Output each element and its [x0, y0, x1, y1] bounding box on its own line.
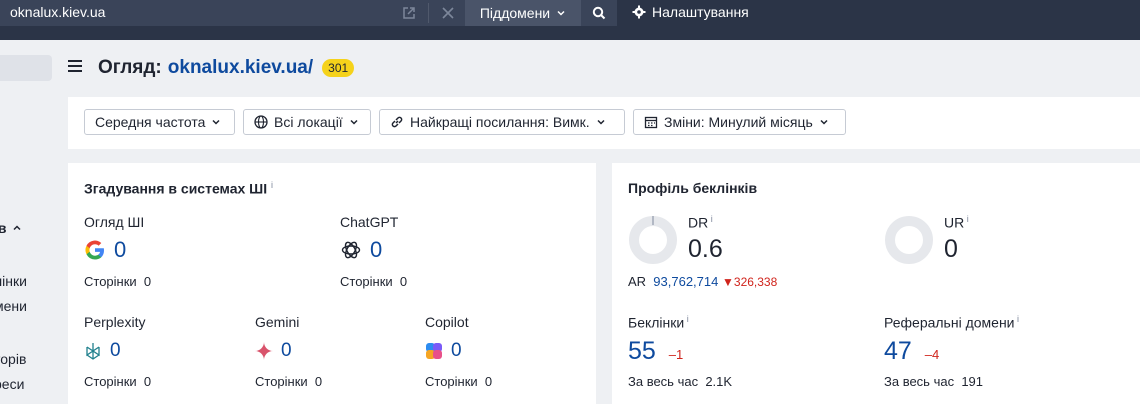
google-icon	[85, 240, 104, 260]
best-links-filter[interactable]: Найкращі посилання: Вимк.	[379, 109, 625, 135]
ai-mentions-card: Згадування в системах ШІ i Огляд ШІ 0 Ст…	[68, 163, 596, 404]
refdomains-label: Реферальні домени i	[884, 314, 1019, 331]
info-icon[interactable]: i	[271, 180, 273, 190]
backlinks-value[interactable]: 55 –1	[628, 337, 683, 366]
openai-icon	[341, 241, 361, 259]
chevron-up-icon	[13, 225, 21, 231]
refdomains-all-time: За весь час 191	[884, 374, 984, 389]
status-badge: 301	[322, 59, 355, 77]
copilot-value[interactable]: 0	[425, 340, 462, 362]
settings-label: Налаштування	[652, 4, 749, 20]
link-icon	[391, 116, 403, 128]
perplexity-value[interactable]: 0	[84, 340, 121, 362]
card-title: Згадування в системах ШІ i	[84, 180, 274, 197]
backlinks-delta: –1	[668, 347, 684, 362]
volume-filter[interactable]: Середня частота	[84, 109, 235, 135]
gemini-label: Gemini	[255, 314, 300, 330]
chevron-down-icon	[820, 119, 828, 125]
ar-delta: ▼326,338	[722, 275, 778, 289]
perplexity-label: Perplexity	[84, 314, 146, 330]
ai-overview-pages: Сторінки 0	[84, 274, 152, 289]
sidebar-section-toggle[interactable]: ів	[0, 220, 22, 236]
top-bar: oknalux.kiev.ua Піддомени Налаштування	[0, 0, 1140, 40]
info-icon[interactable]: i	[708, 214, 713, 224]
clear-icon[interactable]	[438, 3, 458, 23]
dr-label: DR i	[688, 214, 713, 231]
settings-button[interactable]: Налаштування	[632, 4, 749, 20]
ur-value: 0	[944, 235, 958, 263]
gemini-icon	[255, 342, 273, 360]
chatgpt-label: ChatGPT	[340, 214, 399, 230]
chevron-down-icon	[350, 119, 358, 125]
gemini-value[interactable]: 0	[255, 340, 292, 362]
dr-value: 0.6	[688, 235, 723, 263]
chatgpt-value[interactable]: 0	[340, 237, 382, 263]
perplexity-icon	[86, 343, 100, 360]
copilot-label: Copilot	[425, 314, 469, 330]
domain-link[interactable]: oknalux.kiev.ua/	[168, 57, 313, 79]
copilot-pages: Сторінки 0	[425, 374, 493, 389]
backlinks-all-time: За весь час 2.1K	[628, 374, 733, 389]
globe-icon	[254, 115, 268, 129]
ur-donut-chart	[885, 216, 933, 264]
chevron-down-icon	[212, 119, 220, 125]
chevron-down-icon	[597, 119, 605, 125]
info-icon[interactable]: i	[684, 314, 689, 324]
gear-icon	[632, 5, 646, 19]
ar-value[interactable]: 93,762,714	[653, 274, 718, 289]
calendar-icon	[644, 116, 658, 129]
page-title: Огляд: oknalux.kiev.ua/ 301	[98, 57, 355, 79]
chevron-down-icon	[557, 10, 565, 16]
copilot-icon	[426, 343, 442, 359]
ar-row: AR 93,762,714 ▼326,338	[628, 274, 778, 289]
gemini-pages: Сторінки 0	[255, 374, 323, 389]
backlinks-label: Беклінки i	[628, 314, 689, 331]
search-button[interactable]	[581, 0, 617, 26]
url-input[interactable]: oknalux.kiev.ua	[10, 4, 105, 20]
sidebar-item-competitors[interactable]: торів	[0, 351, 26, 367]
url-input-wrapper[interactable]: oknalux.kiev.ua	[0, 0, 465, 26]
filter-bar: Середня частота Всі локації Найкращі пос…	[68, 97, 1140, 149]
refdomains-delta: –4	[924, 347, 940, 362]
sidebar-active-item[interactable]	[0, 55, 52, 81]
subdomains-dropdown[interactable]: Піддомени	[465, 0, 581, 26]
sidebar-item-addresses[interactable]: реси	[0, 376, 24, 392]
external-link-icon[interactable]	[399, 3, 419, 23]
ai-overview-value[interactable]: 0	[84, 237, 126, 263]
subdomains-label: Піддомени	[479, 5, 551, 21]
ur-label: UR i	[944, 214, 969, 231]
chatgpt-pages: Сторінки 0	[340, 274, 408, 289]
search-icon	[592, 6, 606, 20]
ai-overview-label: Огляд ШІ	[84, 214, 145, 230]
divider	[428, 3, 429, 23]
sidebar-item-backlinks[interactable]: лінки	[0, 273, 27, 289]
backlink-profile-card: Профіль беклінків DR i 0.6 UR i 0 AR 93,…	[612, 163, 1140, 404]
info-icon[interactable]: i	[1015, 314, 1019, 324]
locations-filter[interactable]: Всі локації	[243, 109, 371, 135]
sidebar-item-domains[interactable]: мени	[0, 298, 27, 314]
perplexity-pages: Сторінки 0	[84, 374, 152, 389]
sidebar: ів лінки мени торів реси	[0, 40, 56, 404]
menu-icon[interactable]	[68, 60, 82, 74]
refdomains-value[interactable]: 47 –4	[884, 337, 939, 366]
changes-filter[interactable]: Зміни: Минулий місяць	[633, 109, 846, 135]
dr-donut-chart	[629, 216, 677, 264]
info-icon[interactable]: i	[964, 214, 969, 224]
card-title: Профіль беклінків	[628, 180, 758, 196]
